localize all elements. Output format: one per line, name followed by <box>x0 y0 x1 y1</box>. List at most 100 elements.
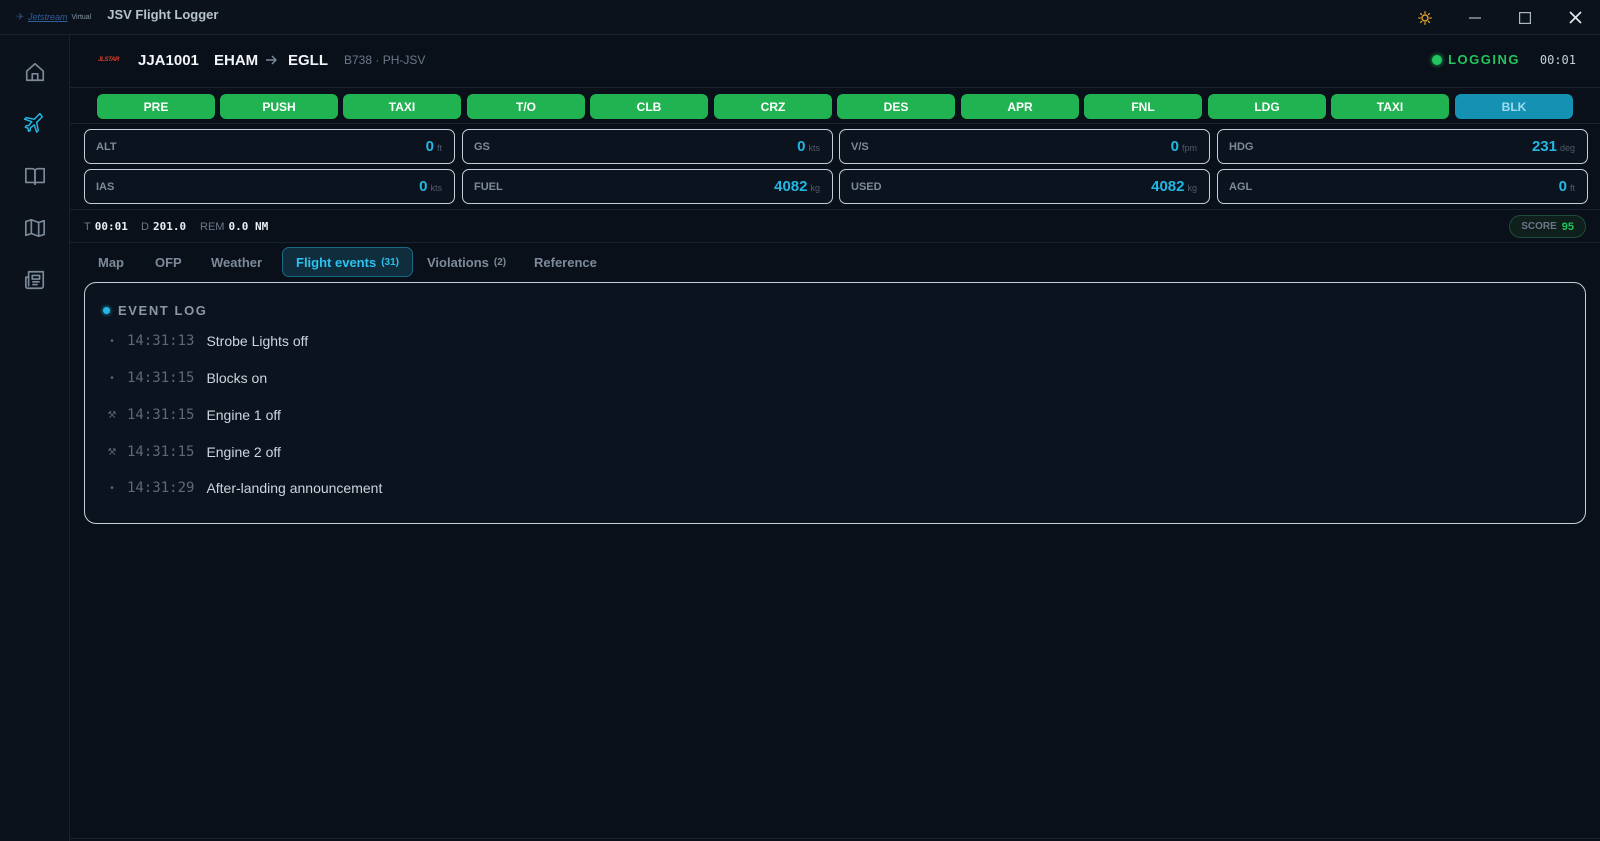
status-key: REM <box>200 221 225 233</box>
metric-unit: ft <box>436 143 442 153</box>
metric-agl: AGL 0 ft <box>1217 169 1588 204</box>
phase-block[interactable]: BLK <box>1455 94 1573 119</box>
brand-logo: ✈ Jetstream Virtual <box>16 12 91 22</box>
metric-unit: ft <box>1569 183 1575 193</box>
minimize-button[interactable] <box>1450 0 1500 35</box>
sidebar-item-flight[interactable] <box>20 109 50 139</box>
event-text: Engine 2 off <box>206 444 281 460</box>
phase-final[interactable]: FNL <box>1084 94 1202 119</box>
theme-toggle-button[interactable] <box>1400 0 1450 35</box>
metric-label: HDG <box>1229 141 1254 153</box>
event-text: Engine 1 off <box>206 407 281 423</box>
tab-label: Reference <box>534 254 597 270</box>
tab-weather[interactable]: Weather <box>198 247 275 277</box>
metric-label: GS <box>474 141 490 153</box>
book-icon <box>25 167 45 186</box>
minimize-icon <box>1469 16 1481 19</box>
phase-approach[interactable]: APR <box>961 94 1079 119</box>
event-log-indicator-icon <box>103 307 110 314</box>
metric-label: ALT <box>96 141 117 153</box>
metric-label: V/S <box>851 141 869 153</box>
event-text: Blocks on <box>206 370 268 386</box>
distance: D 201.0 <box>141 220 186 233</box>
metric-value: 231 <box>1531 138 1557 155</box>
elapsed-time: T 00:01 <box>84 220 128 233</box>
tab-label: Map <box>98 254 124 270</box>
maximize-icon <box>1519 11 1531 24</box>
bullet-icon: • <box>110 372 114 384</box>
title-bar: ✈ Jetstream Virtual JSV Flight Logger <box>0 0 1600 35</box>
phase-descent[interactable]: DES <box>837 94 955 119</box>
phase-taxi-out[interactable]: TAXI <box>343 94 461 119</box>
main-content: JLSTAR JJA1001 EHAM EGLL B738 · PH-JSV L… <box>70 35 1600 841</box>
logging-indicator-icon <box>1432 54 1443 65</box>
metric-label: IAS <box>96 181 115 193</box>
phase-landing[interactable]: LDG <box>1208 94 1326 119</box>
sidebar-item-logbook[interactable] <box>20 161 50 191</box>
event-row: • 14:31:15 Blocks on <box>105 367 267 389</box>
phase-bar: PRE PUSH TAXI T/O CLB CRZ DES APR FNL LD… <box>70 88 1600 124</box>
event-log-header: EVENT LOG <box>103 303 208 318</box>
tab-ofp[interactable]: OFP <box>142 247 195 277</box>
tab-flight-events[interactable]: Flight events (31) <box>282 247 413 277</box>
app-title: JSV Flight Logger <box>107 7 219 22</box>
event-time: 14:31:15 <box>127 444 195 460</box>
bullet-icon: • <box>110 335 114 347</box>
metric-unit: kts <box>430 183 442 193</box>
phase-taxi-in[interactable]: TAXI <box>1331 94 1449 119</box>
event-time: 14:31:15 <box>127 407 195 423</box>
metric-used: USED 4082 kg <box>839 169 1210 204</box>
plane-icon <box>24 113 44 133</box>
logging-status: LOGGING <box>1432 52 1520 67</box>
metric-gs: GS 0 kts <box>462 129 833 164</box>
route-arrow-icon <box>266 55 277 65</box>
tab-reference[interactable]: Reference <box>521 247 610 277</box>
tab-map[interactable]: Map <box>85 247 137 277</box>
sidebar-item-home[interactable] <box>20 57 50 87</box>
phase-push[interactable]: PUSH <box>220 94 338 119</box>
status-strip: T 00:01 D 201.0 REM 0.0 NM SCORE 95 <box>70 209 1600 243</box>
logging-label: LOGGING <box>1448 52 1520 67</box>
phase-cruise[interactable]: CRZ <box>714 94 832 119</box>
metric-alt: ALT 0 ft <box>84 129 455 164</box>
airline-logo: JLSTAR <box>98 57 120 63</box>
sidebar-item-map[interactable] <box>20 213 50 243</box>
departure-airport: EHAM <box>214 52 259 69</box>
metric-unit: deg <box>1559 143 1575 153</box>
metric-value: 4082 <box>1151 178 1185 195</box>
metric-value: 0 <box>1558 178 1567 195</box>
brand-mark-icon: ✈ <box>16 11 25 23</box>
maximize-button[interactable] <box>1500 0 1550 35</box>
phase-takeoff[interactable]: T/O <box>467 94 585 119</box>
event-row: • 14:31:13 Strobe Lights off <box>105 330 308 352</box>
engine-icon: ⚒ <box>107 409 117 421</box>
remaining-distance: REM 0.0 NM <box>200 220 268 233</box>
metric-vs: V/S 0 fpm <box>839 129 1210 164</box>
tab-label: Violations <box>427 254 489 270</box>
metric-fuel: FUEL 4082 kg <box>462 169 833 204</box>
event-text: Strobe Lights off <box>206 333 309 349</box>
tab-violations[interactable]: Violations (2) <box>414 247 519 277</box>
tab-label: Weather <box>211 254 263 270</box>
close-button[interactable] <box>1550 0 1600 35</box>
metric-hdg: HDG 231 deg <box>1217 129 1588 164</box>
sidebar <box>0 35 70 841</box>
flight-header: JLSTAR JJA1001 EHAM EGLL B738 · PH-JSV L… <box>70 35 1600 88</box>
status-value: 00:01 <box>94 220 128 233</box>
score-badge: SCORE 95 <box>1509 215 1586 238</box>
phase-climb[interactable]: CLB <box>590 94 708 119</box>
sidebar-item-news[interactable] <box>20 265 50 295</box>
event-time: 14:31:15 <box>127 370 195 386</box>
event-log-panel: EVENT LOG • 14:31:13 Strobe Lights off •… <box>84 282 1586 524</box>
metric-unit: fpm <box>1181 143 1197 153</box>
phase-pre[interactable]: PRE <box>97 94 215 119</box>
score-value: 95 <box>1561 220 1574 233</box>
event-row: • 14:31:29 After-landing announcement <box>105 477 382 499</box>
metric-value: 0 <box>1170 138 1179 155</box>
metric-label: AGL <box>1229 181 1253 193</box>
event-text: After-landing announcement <box>206 480 383 496</box>
metric-value: 0 <box>425 138 434 155</box>
arrival-airport: EGLL <box>288 52 328 69</box>
bullet-icon: • <box>110 482 114 494</box>
brand-name: Jetstream <box>28 12 68 22</box>
